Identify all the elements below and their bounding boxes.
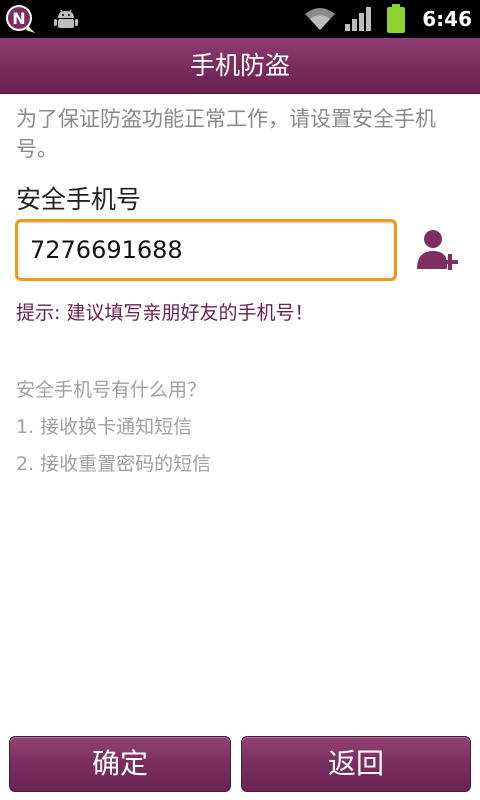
- help-item-1: 1. 接收换卡通知短信: [16, 416, 193, 438]
- wifi-icon: [305, 8, 335, 30]
- add-contact-button[interactable]: [412, 224, 464, 276]
- add-contact-icon: [417, 230, 458, 270]
- confirm-button[interactable]: 确定: [9, 736, 231, 792]
- hint-text: 提示: 建议填写亲朋好友的手机号！: [16, 302, 314, 324]
- svg-text:N: N: [12, 9, 25, 28]
- back-button[interactable]: 返回: [241, 736, 471, 792]
- help-item-2: 2. 接收重置密码的短信: [16, 453, 212, 475]
- n-logo-icon: N: [6, 5, 35, 33]
- help-block: 安全手机号有什么用？ 1. 接收换卡通知短信 2. 接收重置密码的短信: [16, 372, 466, 483]
- android-debug-icon: [54, 9, 78, 28]
- intro-text: 为了保证防盗功能正常工作，请设置安全手机号。: [16, 107, 436, 161]
- title-bar: 手机防盗: [0, 38, 480, 94]
- help-question: 安全手机号有什么用？: [16, 379, 207, 401]
- battery-icon: [387, 4, 405, 33]
- status-time: 6:46: [422, 7, 472, 31]
- phone-number-input[interactable]: [15, 219, 397, 281]
- status-bar: N 6:46: [0, 0, 480, 38]
- phone-label: 安全手机号: [16, 185, 142, 214]
- page-title: 手机防盗: [189, 51, 290, 80]
- signal-icon: [345, 7, 371, 31]
